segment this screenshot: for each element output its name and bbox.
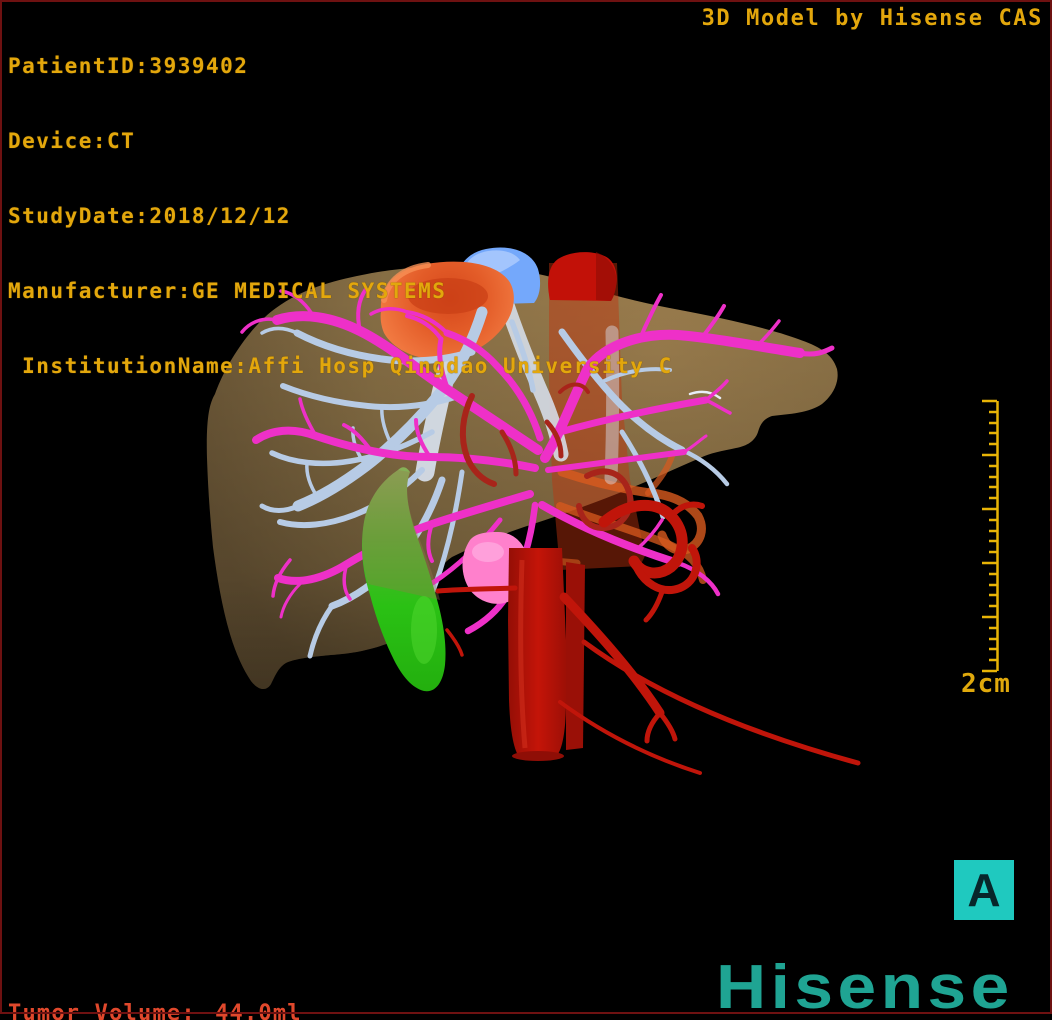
tumor-volume-line: Tumor Volume: 44.0ml <box>8 1000 302 1020</box>
scale-ruler <box>982 399 999 673</box>
device-text: Device:CT <box>8 129 136 153</box>
tumor-volume-value: 44.0ml <box>215 1001 302 1020</box>
volume-readouts: Tumor Volume:44.0ml Liver Volume:1338.4m… <box>8 946 302 1020</box>
tumor-volume-label: Tumor Volume: <box>8 1001 196 1020</box>
cas-3d-viewer-window: PatientID:3939402 Device:CT StudyDate:20… <box>0 0 1052 1020</box>
hisense-logo: Hisense <box>716 953 1014 1020</box>
institution-text: InstitutionName:Affi Hosp Qingdao Univer… <box>8 354 673 378</box>
dicom-info-overlay: PatientID:3939402 Device:CT StudyDate:20… <box>8 4 673 429</box>
orientation-marker[interactable]: A <box>954 860 1014 920</box>
study-date-text: StudyDate:2018/12/12 <box>8 204 291 228</box>
watermark-title: 3D Model by Hisense CAS <box>701 6 1043 31</box>
manufacturer-text: Manufacturer:GE MEDICAL SYSTEMS <box>8 279 447 303</box>
orientation-letter: A <box>967 864 1001 916</box>
aorta <box>508 548 585 761</box>
scale-label: 2cm <box>961 669 1011 699</box>
patient-id-text: PatientID:3939402 <box>8 54 249 78</box>
